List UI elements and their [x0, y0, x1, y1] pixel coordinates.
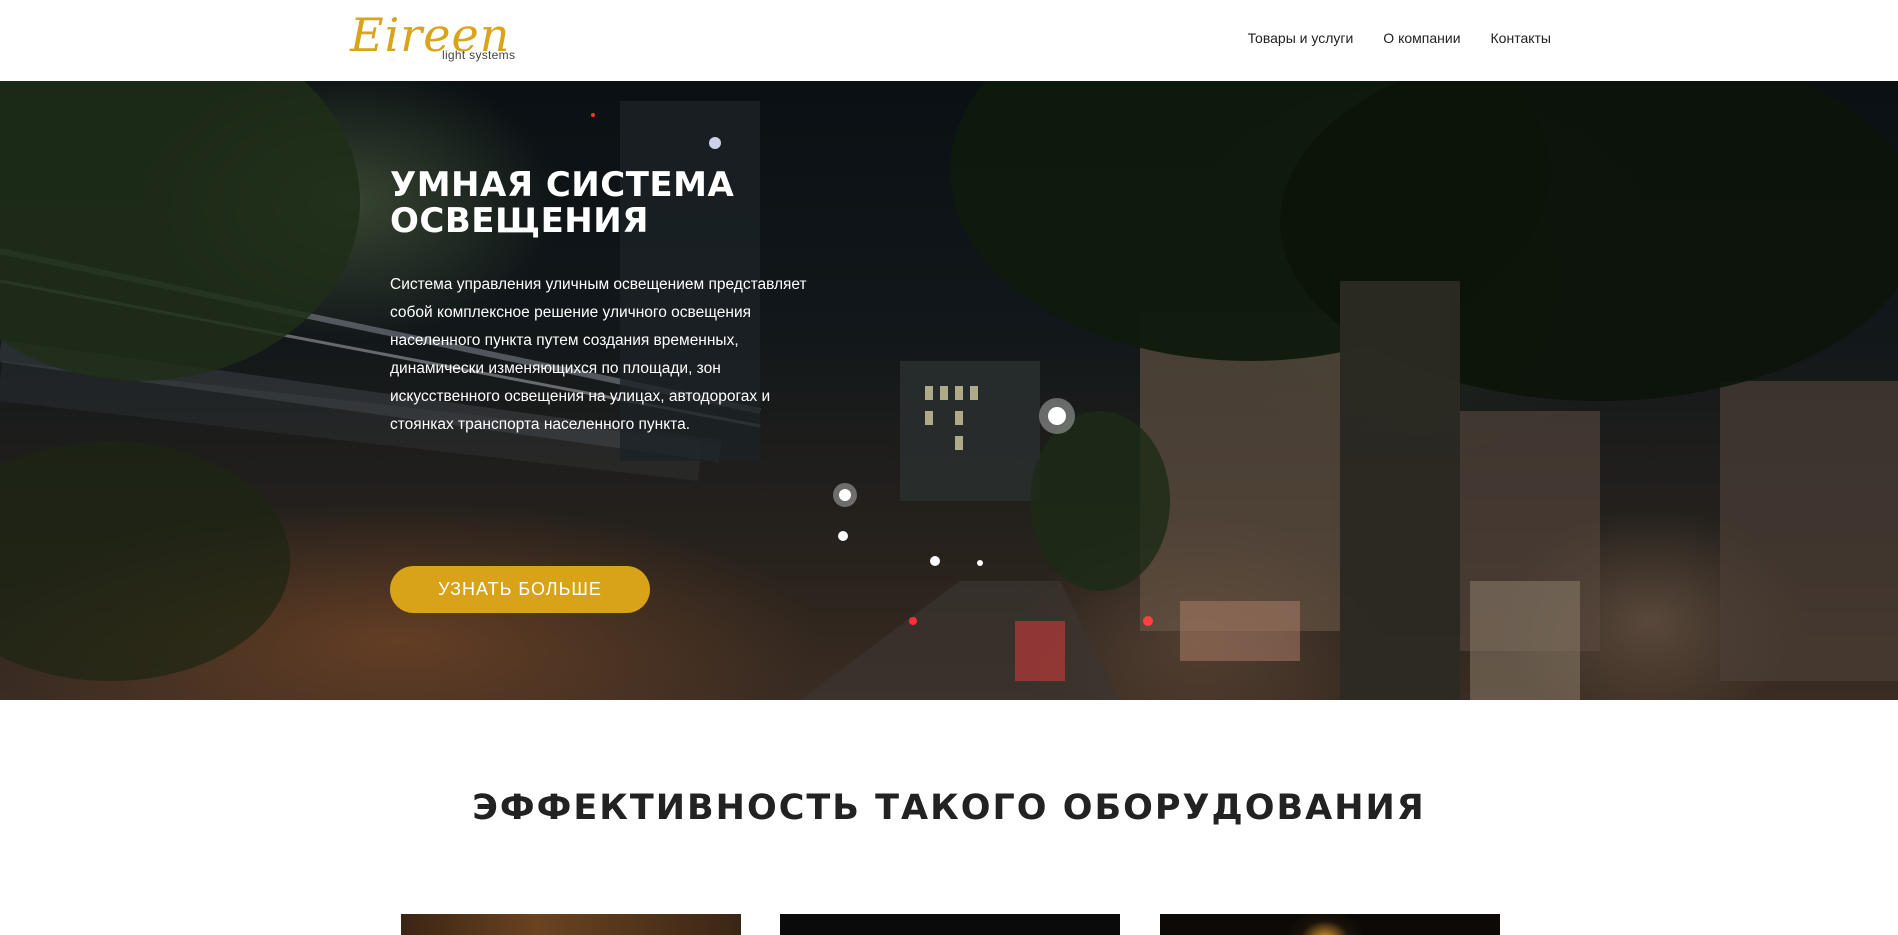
section-title: ЭФФЕКТИВНОСТЬ ТАКОГО ОБОРУДОВАНИЯ [472, 788, 1426, 828]
nav-item-about[interactable]: О компании [1383, 30, 1460, 46]
site-header: Eireen light systems Товары и услуги О к… [0, 0, 1898, 81]
logo-tagline: light systems [442, 48, 516, 62]
feature-card-image[interactable] [401, 914, 741, 935]
feature-card-image[interactable] [780, 914, 1120, 935]
hero-title: УМНАЯ СИСТЕМА ОСВЕЩЕНИЯ [390, 165, 735, 241]
hero-description: Система управления уличным освещением пр… [390, 276, 807, 433]
learn-more-button[interactable]: УЗНАТЬ БОЛЬШЕ [390, 566, 650, 613]
main-nav: Товары и услуги О компании Контакты [1248, 30, 1551, 46]
hero-banner: УМНАЯ СИСТЕМА ОСВЕЩЕНИЯ Система управлен… [0, 81, 1898, 700]
logo[interactable]: Eireen light systems [350, 12, 550, 68]
hero-content: УМНАЯ СИСТЕМА ОСВЕЩЕНИЯ Система управлен… [390, 165, 810, 613]
night-street-image [0, 81, 1898, 700]
nav-item-contacts[interactable]: Контакты [1491, 30, 1551, 46]
nav-item-products[interactable]: Товары и услуги [1248, 30, 1354, 46]
feature-card-image[interactable] [1160, 914, 1500, 935]
